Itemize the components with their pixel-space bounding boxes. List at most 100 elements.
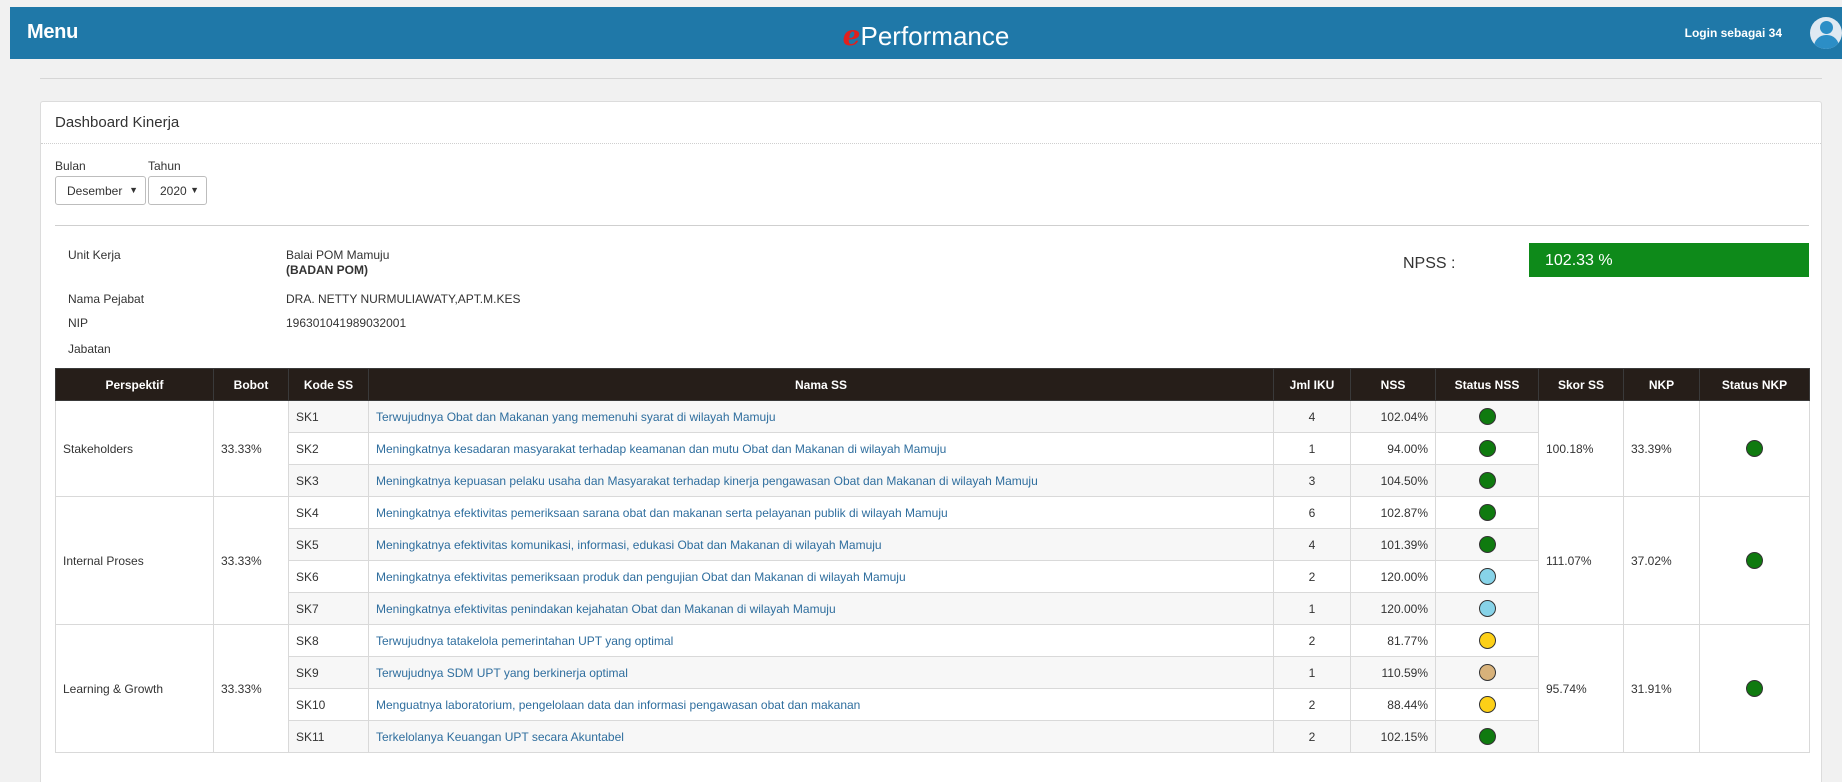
status-nss-cell: [1435, 432, 1539, 465]
status-nss-cell: [1435, 528, 1539, 561]
nama-ss-link[interactable]: Terwujudnya Obat dan Makanan yang memenu…: [376, 410, 776, 424]
nama-ss-link[interactable]: Terwujudnya SDM UPT yang berkinerja opti…: [376, 666, 628, 680]
nama-ss-link[interactable]: Terwujudnya tatakelola pemerintahan UPT …: [376, 634, 673, 648]
nkp-cell: 31.91%: [1623, 624, 1700, 753]
nss-cell: 81.77%: [1350, 624, 1436, 657]
jabatan-label: Jabatan: [68, 342, 111, 356]
login-status-text[interactable]: Login sebagai 34: [1685, 26, 1782, 40]
nama-ss-cell: Menguatnya laboratorium, pengelolaan dat…: [368, 688, 1274, 721]
header-status-nss: Status NSS: [1435, 368, 1539, 401]
status-dot-icon: [1478, 536, 1496, 553]
nss-cell: 110.59%: [1350, 656, 1436, 689]
dashboard-panel: Dashboard Kinerja Bulan Tahun Desember ▼…: [40, 101, 1822, 782]
tahun-select[interactable]: 2020 ▼: [148, 176, 207, 205]
status-dot-icon: [1746, 552, 1763, 569]
status-nss-cell: [1435, 592, 1539, 625]
bulan-select-value: Desember: [67, 184, 123, 198]
status-dot-icon: [1478, 408, 1496, 425]
nama-ss-link[interactable]: Menguatnya laboratorium, pengelolaan dat…: [376, 698, 860, 712]
nama-ss-cell: Meningkatnya efektivitas penindakan keja…: [368, 592, 1274, 625]
unit-kerja-label: Unit Kerja: [68, 248, 121, 262]
status-dot-icon: [1478, 664, 1496, 681]
chevron-down-icon: ▼: [190, 185, 199, 195]
status-nss-cell: [1435, 400, 1539, 433]
header-status-nkp: Status NKP: [1699, 368, 1810, 401]
top-navbar: Menu ePerformance Login sebagai 34: [10, 7, 1842, 59]
user-avatar-icon[interactable]: [1810, 17, 1842, 49]
chevron-down-icon: ▼: [129, 185, 138, 195]
unit-kerja-value: Balai POM Mamuju: [286, 248, 390, 262]
nama-ss-link[interactable]: Meningkatnya efektivitas pemeriksaan sar…: [376, 506, 948, 520]
status-nss-cell: [1435, 560, 1539, 593]
status-dot-icon: [1478, 696, 1496, 713]
header-nkp: NKP: [1623, 368, 1700, 401]
header-nss: NSS: [1350, 368, 1436, 401]
status-nkp-cell: [1699, 624, 1810, 753]
bulan-label: Bulan: [55, 159, 86, 173]
brand-e-letter: e: [842, 19, 861, 52]
header-kode-ss: Kode SS: [288, 368, 369, 401]
header-perspektif: Perspektif: [55, 368, 214, 401]
nama-ss-cell: Meningkatnya efektivitas pemeriksaan pro…: [368, 560, 1274, 593]
status-nss-cell: [1435, 720, 1539, 753]
perspektif-cell: Learning & Growth: [55, 624, 214, 753]
kode-ss-cell: SK3: [288, 464, 369, 497]
nss-cell: 104.50%: [1350, 464, 1436, 497]
brand-logo[interactable]: ePerformance: [10, 19, 1842, 52]
nss-cell: 101.39%: [1350, 528, 1436, 561]
nama-pejabat-label: Nama Pejabat: [68, 292, 145, 306]
nss-cell: 88.44%: [1350, 688, 1436, 721]
tahun-label: Tahun: [148, 159, 181, 173]
kinerja-table: Perspektif Bobot Kode SS Nama SS Jml IKU…: [55, 368, 1810, 753]
header-nama-ss: Nama SS: [368, 368, 1274, 401]
kode-ss-cell: SK10: [288, 688, 369, 721]
top-divider: [40, 78, 1822, 79]
status-dot-icon: [1478, 440, 1496, 457]
kode-ss-cell: SK4: [288, 496, 369, 529]
bulan-select[interactable]: Desember ▼: [55, 176, 146, 205]
nkp-cell: 37.02%: [1623, 496, 1700, 625]
perspektif-cell: Internal Proses: [55, 496, 214, 625]
jml-iku-cell: 1: [1273, 432, 1351, 465]
jml-iku-cell: 6: [1273, 496, 1351, 529]
status-dot-icon: [1478, 472, 1496, 489]
nama-ss-link[interactable]: Meningkatnya kepuasan pelaku usaha dan M…: [376, 474, 1038, 488]
bobot-cell: 33.33%: [213, 400, 289, 497]
nama-ss-link[interactable]: Meningkatnya efektivitas komunikasi, inf…: [376, 538, 882, 552]
kode-ss-cell: SK9: [288, 656, 369, 689]
jml-iku-cell: 2: [1273, 720, 1351, 753]
nama-ss-cell: Terwujudnya SDM UPT yang berkinerja opti…: [368, 656, 1274, 689]
bobot-cell: 33.33%: [213, 496, 289, 625]
nss-cell: 102.15%: [1350, 720, 1436, 753]
jml-iku-cell: 4: [1273, 400, 1351, 433]
nss-cell: 120.00%: [1350, 560, 1436, 593]
nip-value: 196301041989032001: [286, 316, 407, 330]
header-skor-ss: Skor SS: [1538, 368, 1624, 401]
perspektif-cell: Stakeholders: [55, 400, 214, 497]
nama-ss-cell: Terkelolanya Keuangan UPT secara Akuntab…: [368, 720, 1274, 753]
tahun-select-value: 2020: [160, 184, 187, 198]
status-nkp-cell: [1699, 400, 1810, 497]
header-jml-iku: Jml IKU: [1273, 368, 1351, 401]
status-nkp-cell: [1699, 496, 1810, 625]
nama-ss-link[interactable]: Meningkatnya efektivitas penindakan keja…: [376, 602, 836, 616]
jml-iku-cell: 2: [1273, 560, 1351, 593]
nama-ss-link[interactable]: Terkelolanya Keuangan UPT secara Akuntab…: [376, 730, 624, 744]
status-nss-cell: [1435, 464, 1539, 497]
nss-cell: 94.00%: [1350, 432, 1436, 465]
status-dot-icon: [1746, 680, 1763, 697]
nama-ss-cell: Terwujudnya Obat dan Makanan yang memenu…: [368, 400, 1274, 433]
jml-iku-cell: 4: [1273, 528, 1351, 561]
status-dot-icon: [1478, 632, 1496, 649]
kode-ss-cell: SK1: [288, 400, 369, 433]
nama-ss-link[interactable]: Meningkatnya efektivitas pemeriksaan pro…: [376, 570, 906, 584]
table-row: Stakeholders 33.33% SK1 Terwujudnya Obat da…: [55, 400, 1810, 497]
nama-ss-cell: Terwujudnya tatakelola pemerintahan UPT …: [368, 624, 1274, 657]
status-dot-icon: [1746, 440, 1763, 457]
nss-cell: 102.87%: [1350, 496, 1436, 529]
kode-ss-cell: SK8: [288, 624, 369, 657]
nama-ss-cell: Meningkatnya efektivitas pemeriksaan sar…: [368, 496, 1274, 529]
nama-ss-link[interactable]: Meningkatnya kesadaran masyarakat terhad…: [376, 442, 946, 456]
status-dot-icon: [1478, 504, 1496, 521]
kode-ss-cell: SK6: [288, 560, 369, 593]
